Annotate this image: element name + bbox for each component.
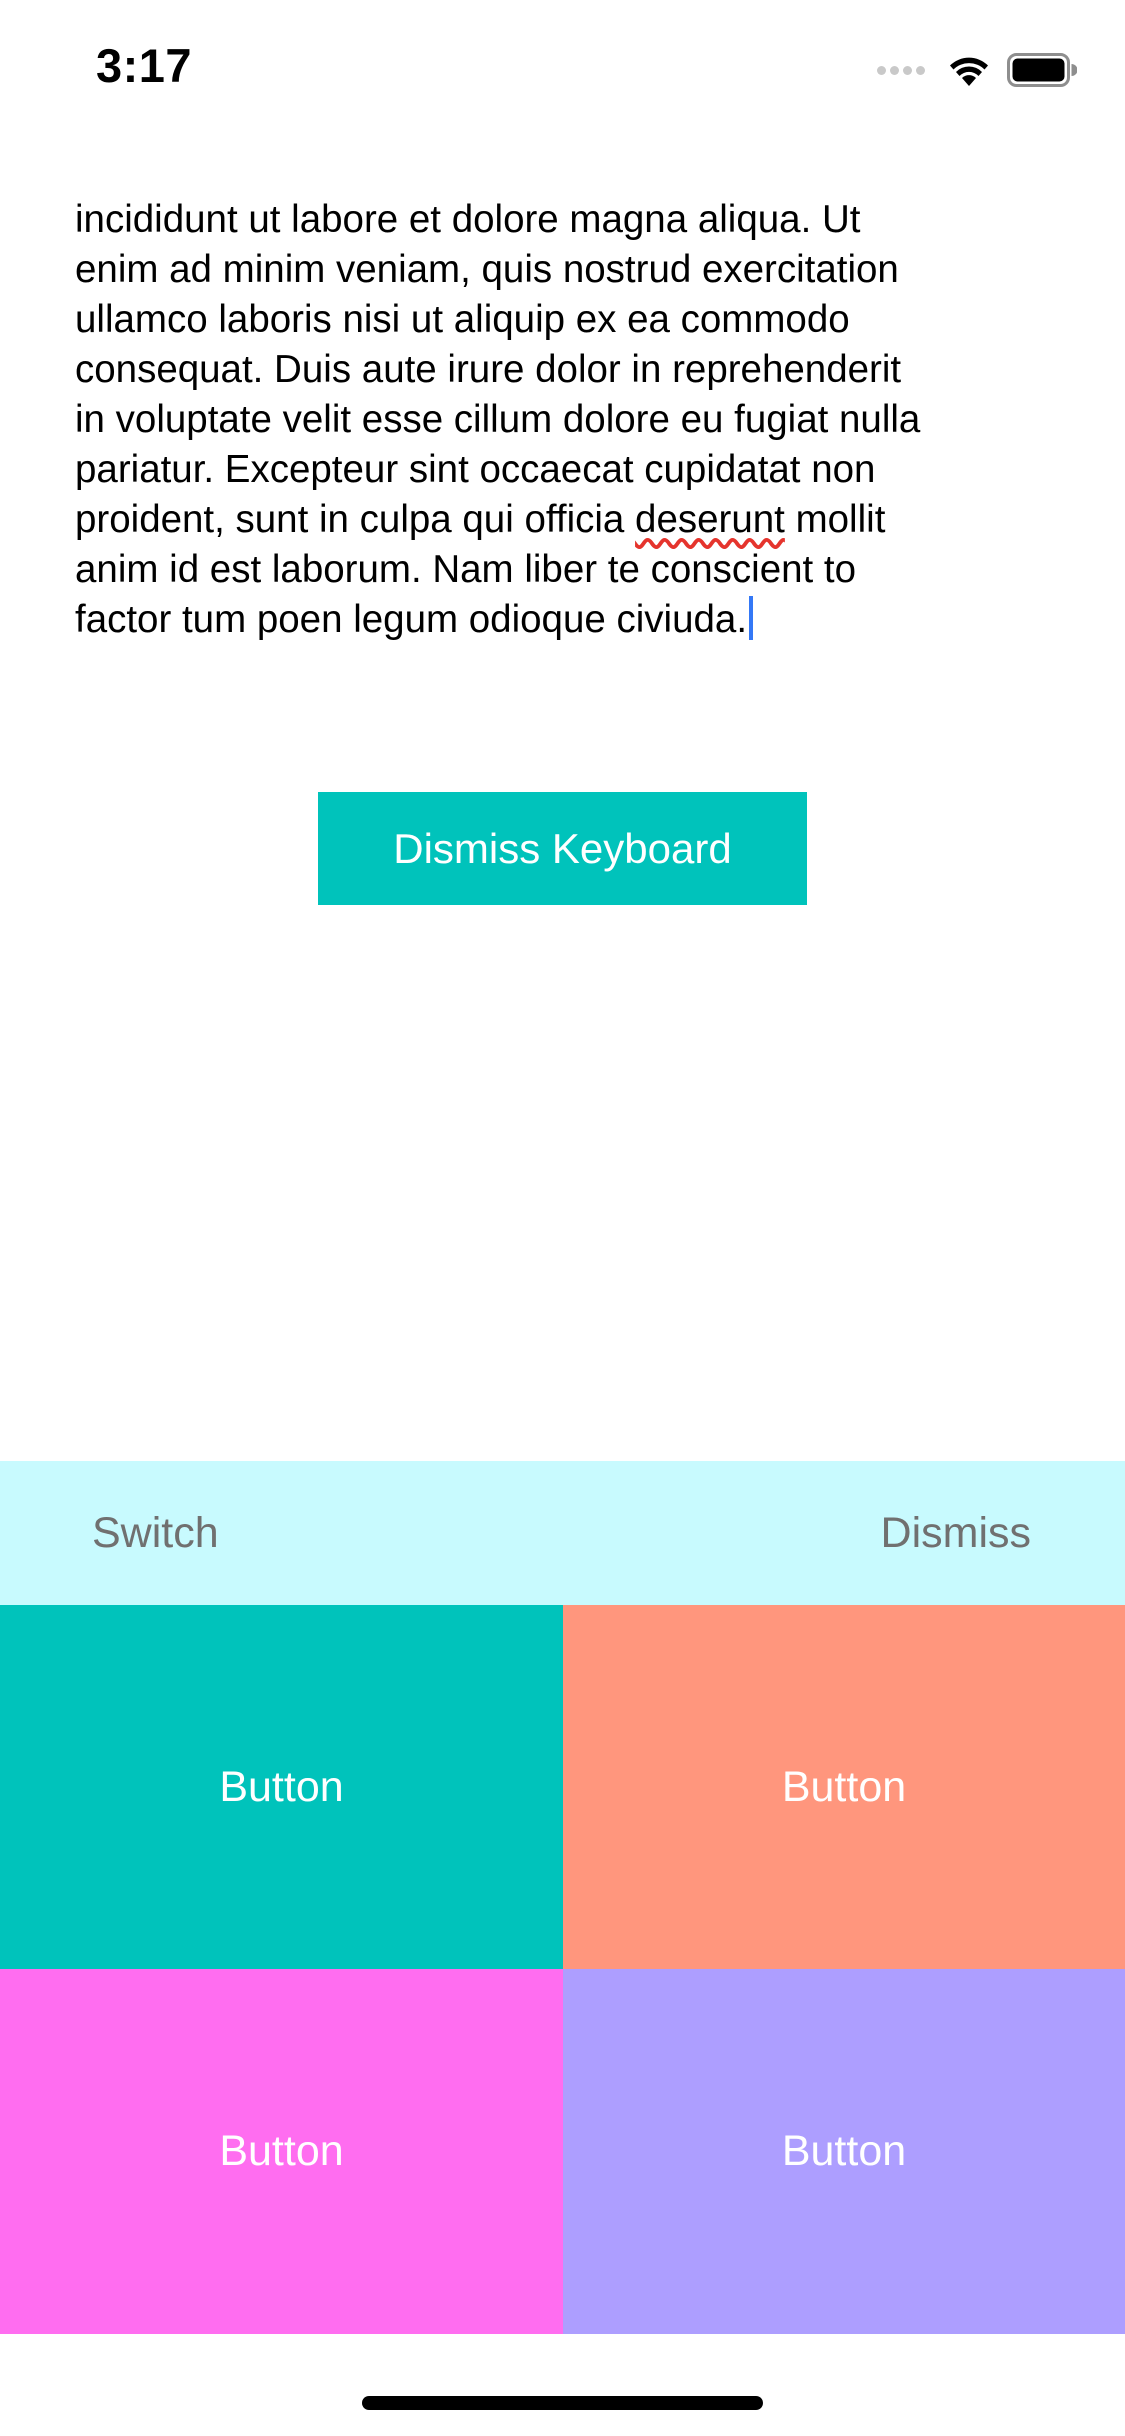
dismiss-keyboard-button[interactable]: Dismiss Keyboard <box>318 792 807 905</box>
text-line: consequat. Duis aute irure dolor in repr… <box>75 348 902 391</box>
home-indicator <box>362 2396 763 2410</box>
cellular-signal-icon <box>877 65 929 75</box>
keyboard-button-2[interactable]: Button <box>563 1605 1125 1969</box>
text-segment: factor tum poen legum odioque civiuda. <box>75 598 748 641</box>
text-line: incididunt ut labore et dolore magna ali… <box>75 198 861 241</box>
status-time: 3:17 <box>96 39 193 92</box>
text-line: anim id est laborum. Nam liber te consci… <box>75 548 857 591</box>
battery-icon <box>1007 53 1077 87</box>
text-line: in voluptate velit esse cillum dolore eu… <box>75 398 921 441</box>
text-segment: mollit <box>784 498 886 541</box>
text-segment: proident, sunt in culpa qui officia <box>75 498 636 541</box>
keyboard-button-4[interactable]: Button <box>563 1969 1125 2334</box>
text-line: enim ad minim veniam, quis nostrud exerc… <box>75 248 899 291</box>
text-content: incididunt ut labore et dolore magna ali… <box>75 195 920 645</box>
text-line: ullamco laboris nisi ut aliquip ex ea co… <box>75 298 850 341</box>
status-icons <box>877 50 1077 90</box>
text-line: factor tum poen legum odioque civiuda. <box>75 595 920 645</box>
text-line: pariatur. Excepteur sint occaecat cupida… <box>75 448 876 491</box>
keyboard-button-3[interactable]: Button <box>0 1969 563 2334</box>
text-caret <box>749 596 754 640</box>
status-bar: 3:17 <box>0 0 1125 132</box>
misspelled-word[interactable]: deserunt <box>635 498 785 541</box>
wifi-icon <box>950 57 988 86</box>
switch-button[interactable]: Switch <box>92 1461 219 1605</box>
keyboard-toolbar: Switch Dismiss <box>0 1461 1125 1605</box>
custom-keyboard-grid: Button Button Button Button <box>0 1605 1125 2334</box>
text-view[interactable]: incididunt ut labore et dolore magna ali… <box>75 185 1075 655</box>
dismiss-button[interactable]: Dismiss <box>881 1461 1031 1605</box>
text-line: proident, sunt in culpa qui officia dese… <box>75 495 920 545</box>
keyboard-button-1[interactable]: Button <box>0 1605 563 1969</box>
